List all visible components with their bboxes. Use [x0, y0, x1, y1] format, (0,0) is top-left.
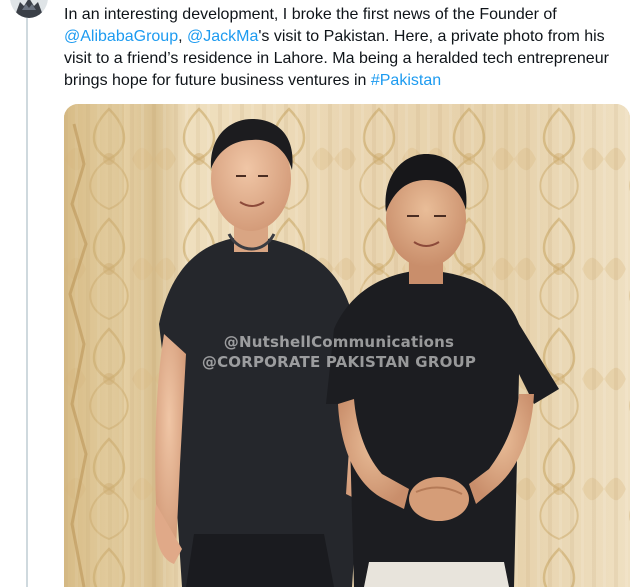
avatar[interactable] — [10, 0, 48, 18]
tweet-text-part: , — [178, 28, 187, 45]
thread-connector-line — [26, 0, 28, 587]
photo-watermark-line: @CORPORATE PAKISTAN GROUP — [201, 353, 477, 371]
tweet-photo[interactable]: @NutshellCommunications @CORPORATE PAKIS… — [64, 104, 630, 587]
mention-jack-ma-link[interactable]: @JackMa — [187, 28, 258, 45]
photo-watermark-line: @NutshellCommunications — [223, 333, 455, 351]
tweet-text-part: In an interesting development, I broke t… — [64, 6, 557, 23]
mention-alibaba-group-link[interactable]: @AlibabaGroup — [64, 28, 178, 45]
hashtag-pakistan-link[interactable]: #Pakistan — [371, 72, 441, 89]
tweet-text: In an interesting development, I broke t… — [64, 4, 636, 92]
